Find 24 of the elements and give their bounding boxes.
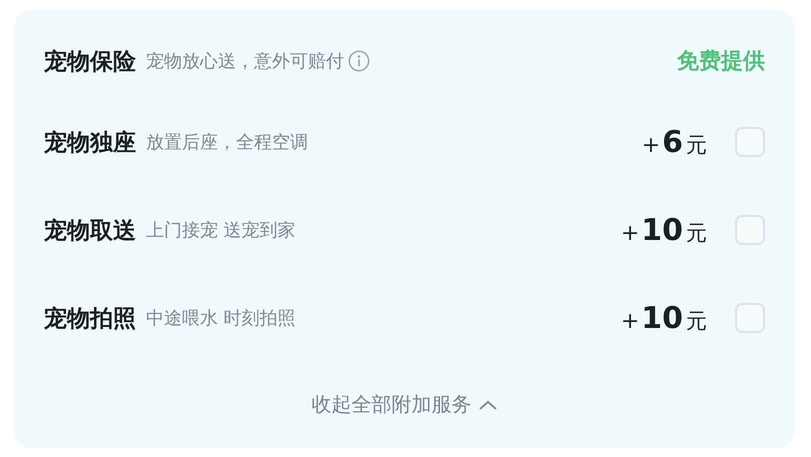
price-amount: 10 — [641, 212, 683, 248]
plus-sign: + — [642, 132, 660, 158]
service-description: 放置后座，全程空调 — [146, 131, 308, 154]
service-description: 上门接宠 送宠到家 — [146, 219, 296, 242]
service-description: 宠物放心送，意外可赔付 — [146, 50, 344, 73]
price-unit: 元 — [686, 220, 707, 246]
service-title: 宠物独座 — [44, 128, 136, 158]
plus-sign: + — [620, 220, 640, 246]
price-amount: 10 — [641, 300, 683, 336]
collapse-link[interactable]: 收起全部附加服务 — [312, 391, 498, 418]
checkbox[interactable] — [735, 303, 765, 333]
checkbox[interactable] — [735, 127, 765, 157]
service-title: 宠物取送 — [44, 216, 136, 246]
service-title: 宠物保险 — [44, 48, 136, 76]
plus-sign: + — [620, 308, 640, 334]
service-title: 宠物拍照 — [44, 304, 136, 334]
price-unit: 元 — [686, 308, 707, 334]
info-icon[interactable] — [348, 50, 370, 72]
price-amount: 6 — [662, 124, 683, 160]
free-label: 免费提供 — [677, 48, 765, 76]
price-unit: 元 — [686, 132, 707, 158]
chevron-up-icon — [478, 398, 498, 410]
checkbox[interactable] — [735, 215, 765, 245]
service-description: 中途喂水 时刻拍照 — [146, 307, 296, 330]
